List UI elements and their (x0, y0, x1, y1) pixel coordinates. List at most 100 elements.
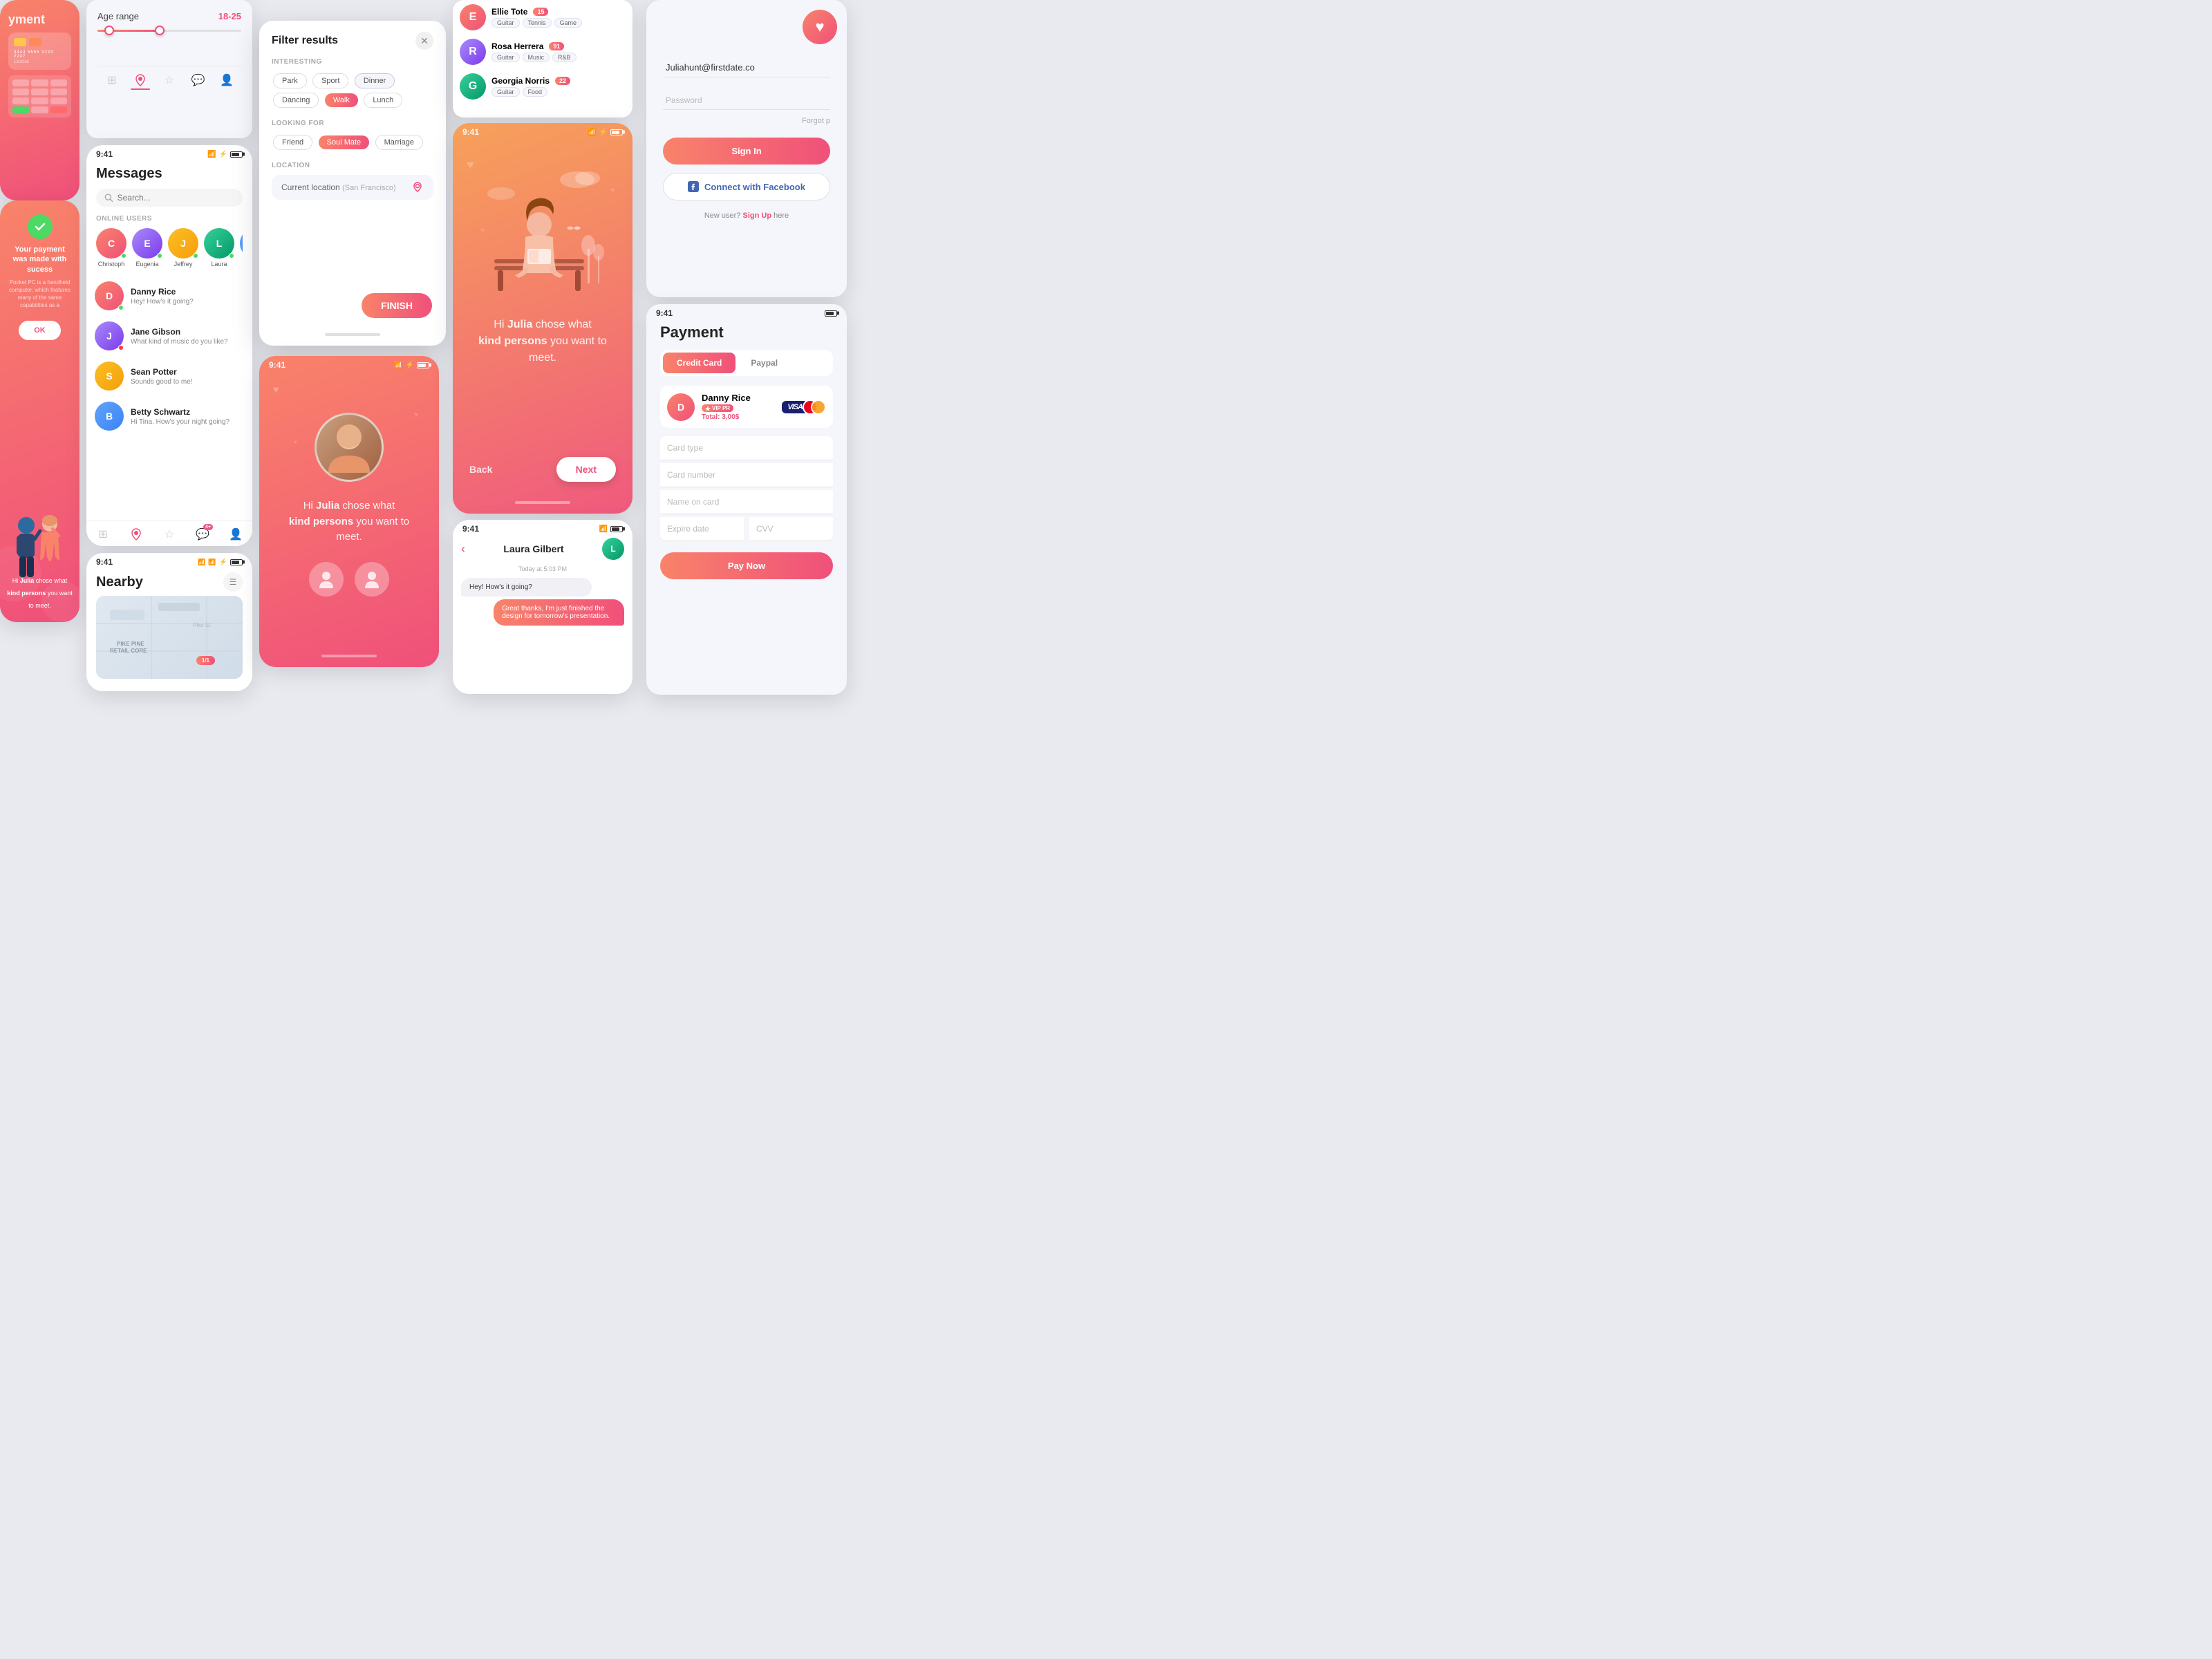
hi-julia-orange-panel: 9:41 📶 ⚡ ♥ ♥ ♥ (453, 123, 632, 514)
tag-soulmate[interactable]: Soul Mate (319, 135, 370, 149)
payment-title: Payment (660, 324, 833, 341)
bottom-indicator (325, 333, 380, 336)
facebook-button[interactable]: Connect with Facebook (663, 173, 830, 200)
nav-grid-icon[interactable]: ⊞ (104, 73, 120, 88)
avatar-male (355, 562, 389, 597)
kind-persons-text: kind persons (7, 590, 46, 597)
chat-messages: Hey! How's it going? Great thanks, I'm j… (453, 578, 632, 626)
julia-pink-text: Hi Julia chose what kind persons you wan… (259, 498, 439, 545)
expire-date-input[interactable] (660, 517, 744, 541)
back-button[interactable]: Back (469, 464, 492, 475)
conversation-1[interactable]: J Jane Gibson What kind of music do you … (86, 316, 252, 356)
tag-dancing[interactable]: Dancing (273, 93, 319, 108)
online-user-0[interactable]: C Christoph (96, 228, 126, 268)
julia-pink-status: 9:41 📶 ⚡ (259, 356, 439, 371)
chat-back-icon[interactable]: ‹ (461, 542, 465, 556)
new-user-label: New user? (704, 212, 741, 220)
user-card-1[interactable]: R Rosa Herrera 91 Guitar Music R&B (453, 35, 632, 69)
chat-msg-2: Great thanks, I'm just finished the desi… (494, 599, 624, 626)
next-button[interactable]: Next (556, 457, 616, 482)
password-input[interactable] (663, 88, 830, 110)
success-title: Your payment was made with sucess (8, 245, 71, 274)
age-range-label: Age range (97, 11, 139, 21)
cvv-input[interactable] (749, 517, 833, 541)
chat-panel: 9:41 📶 ‹ Laura Gilbert L Today at 5:03 P… (453, 520, 632, 694)
filter-title: Filter results (272, 35, 338, 47)
user-name-1: Rosa Herrera (491, 41, 543, 51)
messages-panel: 9:41 📶 ⚡ Messages ONLINE USERS C Christo… (86, 145, 252, 546)
age-range-value: 18-25 (218, 11, 241, 21)
conversation-3[interactable]: B Betty Schwartz Hi Tina. How's your nig… (86, 396, 252, 436)
search-input[interactable] (118, 193, 234, 203)
terminal-title: yment (8, 12, 71, 27)
nav-chat-icon[interactable]: 💬 (191, 73, 206, 88)
nav-star-icon[interactable]: ☆ (162, 73, 177, 88)
hi-julia-pink-panel: 9:41 📶 ⚡ ♥ ♥ ♥ Hi Julia chose what kind … (259, 356, 439, 667)
online-user-3[interactable]: L Laura (204, 228, 234, 268)
bench-illustration (453, 159, 632, 311)
conversation-0[interactable]: D Danny Rice Hey! How's it going? (86, 276, 252, 316)
credit-card-tab[interactable]: Credit Card (663, 353, 735, 373)
sign-in-button[interactable]: Sign In (663, 138, 830, 165)
julia-orange-text: Hi Julia chose what kind persons you wan… (453, 317, 632, 366)
chat-time: 9:41 (462, 524, 479, 534)
conversation-2[interactable]: S Sean Potter Sounds good to me! (86, 356, 252, 396)
tag-lunch[interactable]: Lunch (364, 93, 402, 108)
tag-friend[interactable]: Friend (273, 135, 312, 150)
ok-button[interactable]: OK (19, 321, 61, 340)
slider-thumb-left[interactable] (104, 26, 114, 35)
terminal-panel: yment 4444 5555 3223 2247 13/2016 (0, 0, 79, 200)
online-user-2[interactable]: J Jeffrey (168, 228, 198, 268)
nav-chat-2[interactable]: 💬 4+ (195, 527, 210, 542)
julia-orange-time: 9:41 (462, 127, 479, 137)
slider-thumb-right[interactable] (155, 26, 165, 35)
user-card-2[interactable]: G Georgia Norris 22 Guitar Food (453, 69, 632, 104)
vip-badge: VIP PR (702, 404, 733, 412)
nav-profile-icon[interactable]: 👤 (219, 73, 234, 88)
location-label: Location (272, 162, 433, 169)
location-field[interactable]: Current location (San Francisco) (272, 175, 433, 200)
looking-for-label: Looking for (272, 120, 433, 127)
online-user-1[interactable]: E Eugenia (132, 228, 162, 268)
paypal-tab[interactable]: Paypal (737, 353, 791, 373)
nav-grid-2[interactable]: ⊞ (95, 527, 111, 542)
tag-walk[interactable]: Walk (325, 93, 358, 107)
payment-user-card: D Danny Rice VIP PR Total: 3,00$ VISA (660, 386, 833, 428)
chat-status-bar: 9:41 📶 (453, 520, 632, 535)
nav-star-2[interactable]: ☆ (162, 527, 177, 542)
email-input[interactable] (663, 55, 830, 77)
success-check (28, 214, 53, 239)
svg-text:Pike St: Pike St (193, 622, 211, 628)
sign-up-link[interactable]: Sign Up (742, 212, 771, 220)
name-on-card-input[interactable] (660, 490, 833, 514)
online-user-4[interactable]: E Ear (240, 228, 243, 268)
age-slider[interactable] (97, 30, 241, 32)
tag-sport[interactable]: Sport (312, 73, 348, 88)
forgot-password-link[interactable]: Forgot p (802, 117, 830, 125)
kind-persons-pink: kind persons (289, 516, 353, 527)
nav-location-icon[interactable] (133, 73, 148, 88)
tag-marriage[interactable]: Marriage (375, 135, 423, 150)
card-number-input[interactable] (660, 463, 833, 487)
chat-avatar: L (602, 538, 624, 560)
chose-text: chose what (339, 500, 395, 512)
filter-close-icon[interactable]: ✕ (415, 32, 433, 50)
pay-now-button[interactable]: Pay Now (660, 552, 833, 579)
nav-location-2[interactable] (129, 527, 144, 542)
nav-profile-2[interactable]: 👤 (228, 527, 243, 542)
tag-dinner[interactable]: Dinner (355, 73, 395, 88)
card-type-input[interactable] (660, 436, 833, 460)
map-grid: PIKE PINE RETAIL CORE Pike St (96, 596, 243, 679)
user-card-0[interactable]: E Ellie Tote 15 Guitar Tennis Game (453, 0, 632, 35)
users-list-panel: E Ellie Tote 15 Guitar Tennis Game R Ros… (453, 0, 632, 118)
tag-park[interactable]: Park (273, 73, 307, 88)
nearby-status-bar: 9:41 📶 📶 ⚡ (86, 553, 252, 568)
location-icon (413, 182, 424, 193)
app-logo: ♥ (803, 10, 837, 44)
julia-pink-time: 9:41 (269, 360, 285, 370)
facebook-icon (688, 181, 699, 192)
finish-button[interactable]: FINISH (362, 293, 432, 318)
payment-panel: 9:41 Payment Credit Card Paypal D Danny … (646, 304, 847, 695)
facebook-label: Connect with Facebook (704, 182, 805, 192)
nearby-menu-icon[interactable]: ☰ (223, 572, 243, 592)
